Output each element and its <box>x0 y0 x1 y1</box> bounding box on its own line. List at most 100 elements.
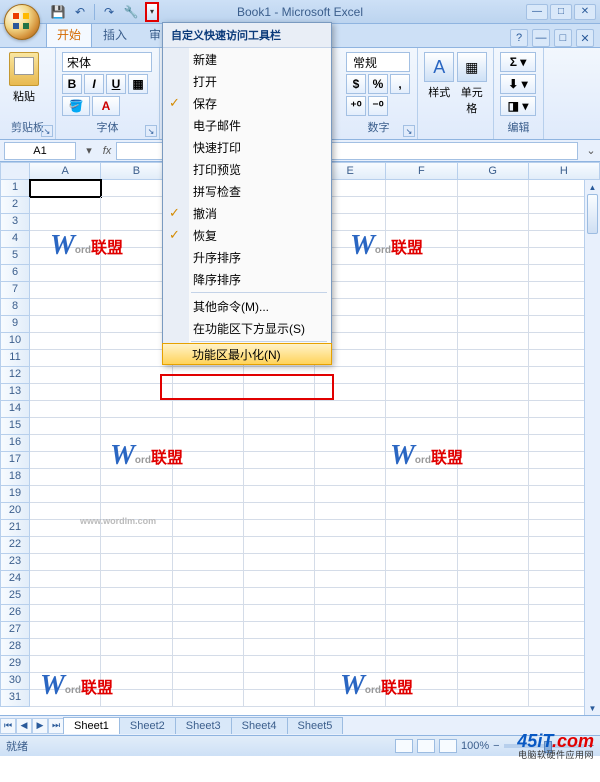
cell[interactable] <box>315 401 386 418</box>
number-dialog-launcher[interactable]: ↘ <box>403 125 415 137</box>
cell[interactable] <box>173 418 244 435</box>
cell[interactable] <box>458 486 529 503</box>
menu-item[interactable]: 降序排序 <box>163 268 331 290</box>
cell[interactable] <box>101 384 172 401</box>
cell[interactable] <box>458 435 529 452</box>
qat-customize-dropdown[interactable]: ▾ <box>145 2 159 22</box>
cell[interactable] <box>173 384 244 401</box>
cell[interactable] <box>30 639 101 656</box>
row-head[interactable]: 27 <box>0 622 30 639</box>
sheet-tab-1[interactable]: Sheet1 <box>63 717 120 734</box>
col-A[interactable]: A <box>30 162 101 180</box>
comma-button[interactable]: , <box>390 74 410 94</box>
cell[interactable] <box>101 418 172 435</box>
cell[interactable] <box>458 588 529 605</box>
row-head[interactable]: 22 <box>0 537 30 554</box>
cell[interactable] <box>173 520 244 537</box>
cell[interactable] <box>458 350 529 367</box>
autosum-button[interactable]: Σ ▾ <box>500 52 536 72</box>
cell[interactable] <box>386 401 457 418</box>
cell[interactable] <box>30 265 101 282</box>
menu-show-below-ribbon[interactable]: 在功能区下方显示(S) <box>163 317 331 339</box>
office-button[interactable] <box>4 4 40 40</box>
nav-prev[interactable]: ◀ <box>16 718 32 734</box>
undo-icon[interactable]: ↶ <box>72 4 88 20</box>
cell[interactable] <box>315 639 386 656</box>
cell[interactable] <box>386 316 457 333</box>
cell[interactable] <box>101 571 172 588</box>
cell[interactable] <box>30 452 101 469</box>
cell[interactable] <box>101 435 172 452</box>
scroll-thumb[interactable] <box>587 194 598 234</box>
cell[interactable] <box>244 418 315 435</box>
row-head[interactable]: 25 <box>0 588 30 605</box>
cell[interactable] <box>315 520 386 537</box>
sheet-tab-3[interactable]: Sheet3 <box>175 717 232 734</box>
cell[interactable] <box>101 469 172 486</box>
sheet-tab-4[interactable]: Sheet4 <box>231 717 288 734</box>
menu-minimize-ribbon[interactable]: 功能区最小化(N) <box>162 343 332 365</box>
row-head[interactable]: 24 <box>0 571 30 588</box>
doc-restore-button[interactable]: □ <box>554 29 572 47</box>
cell[interactable] <box>30 588 101 605</box>
row-head[interactable]: 20 <box>0 503 30 520</box>
row-head[interactable]: 26 <box>0 605 30 622</box>
cell[interactable] <box>30 605 101 622</box>
cell[interactable] <box>458 639 529 656</box>
cell[interactable] <box>173 435 244 452</box>
cell[interactable] <box>30 486 101 503</box>
cell[interactable] <box>30 554 101 571</box>
row-head[interactable]: 9 <box>0 316 30 333</box>
cell[interactable] <box>386 571 457 588</box>
cell[interactable] <box>458 265 529 282</box>
cell[interactable] <box>458 469 529 486</box>
cell[interactable] <box>386 639 457 656</box>
menu-item[interactable]: ✓保存 <box>163 92 331 114</box>
cell[interactable] <box>386 231 457 248</box>
cell[interactable] <box>101 486 172 503</box>
cell[interactable] <box>244 639 315 656</box>
cell[interactable] <box>315 435 386 452</box>
cell[interactable] <box>386 520 457 537</box>
cell[interactable] <box>386 469 457 486</box>
cell[interactable] <box>101 520 172 537</box>
cell[interactable] <box>244 452 315 469</box>
paste-label[interactable]: 粘贴 <box>6 88 42 104</box>
menu-more-commands[interactable]: 其他命令(M)... <box>163 295 331 317</box>
clear-button[interactable]: ◨ ▾ <box>500 96 536 116</box>
tab-home[interactable]: 开始 <box>46 21 92 47</box>
cell[interactable] <box>386 282 457 299</box>
row-head[interactable]: 23 <box>0 554 30 571</box>
cell[interactable] <box>244 656 315 673</box>
cell[interactable] <box>101 554 172 571</box>
cell[interactable] <box>315 571 386 588</box>
cell[interactable] <box>173 588 244 605</box>
cell[interactable] <box>458 282 529 299</box>
cell[interactable] <box>458 622 529 639</box>
cell[interactable] <box>458 248 529 265</box>
fill-color-button[interactable]: 🪣 <box>62 96 90 116</box>
cell[interactable] <box>30 248 101 265</box>
cell[interactable] <box>30 214 101 231</box>
cell[interactable] <box>386 197 457 214</box>
menu-item[interactable]: 电子邮件 <box>163 114 331 136</box>
font-dialog-launcher[interactable]: ↘ <box>145 125 157 137</box>
cell[interactable] <box>386 622 457 639</box>
cell[interactable] <box>458 571 529 588</box>
cell[interactable] <box>101 588 172 605</box>
view-layout[interactable] <box>417 739 435 753</box>
cell[interactable] <box>315 418 386 435</box>
view-normal[interactable] <box>395 739 413 753</box>
menu-item[interactable]: ✓恢复 <box>163 224 331 246</box>
cell[interactable] <box>244 469 315 486</box>
minimize-button[interactable]: — <box>526 4 548 20</box>
number-format-combo[interactable]: 常规 <box>346 52 410 72</box>
cell[interactable] <box>101 673 172 690</box>
cell[interactable] <box>386 367 457 384</box>
cell[interactable] <box>386 299 457 316</box>
view-pagebreak[interactable] <box>439 739 457 753</box>
cell[interactable] <box>244 537 315 554</box>
cell[interactable] <box>244 435 315 452</box>
inc-decimal-button[interactable]: ⁺⁰ <box>346 96 366 116</box>
cell[interactable] <box>315 554 386 571</box>
